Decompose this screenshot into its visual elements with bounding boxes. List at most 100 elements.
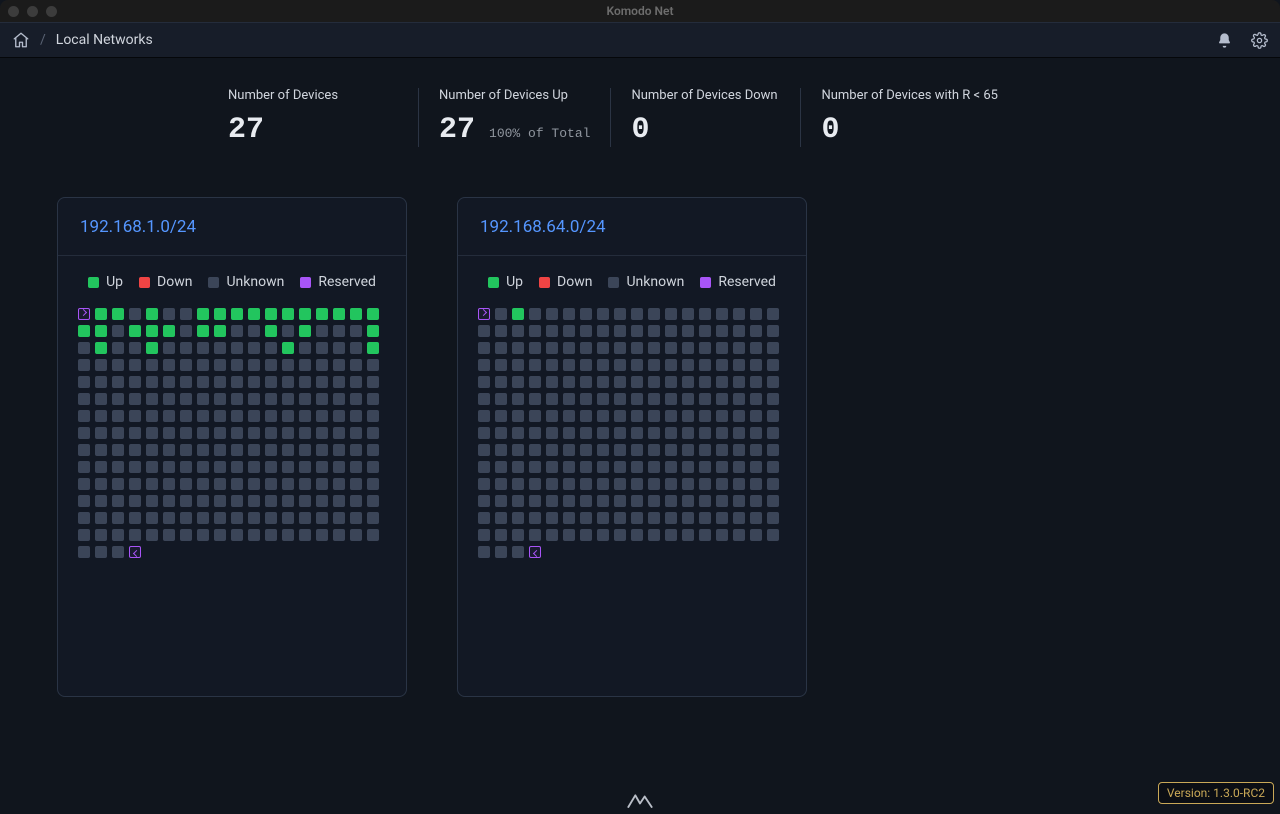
ip-cell-unknown[interactable] — [180, 512, 192, 524]
ip-cell-unknown[interactable] — [750, 529, 762, 541]
ip-cell-unknown[interactable] — [163, 444, 175, 456]
ip-cell-unknown[interactable] — [248, 444, 260, 456]
ip-cell-unknown[interactable] — [146, 495, 158, 507]
ip-cell-unknown[interactable] — [248, 529, 260, 541]
ip-cell-unknown[interactable] — [716, 529, 728, 541]
ip-cell-unknown[interactable] — [648, 529, 660, 541]
ip-cell-unknown[interactable] — [112, 410, 124, 422]
ip-cell-unknown[interactable] — [299, 478, 311, 490]
ip-cell-unknown[interactable] — [146, 444, 158, 456]
ip-cell-up[interactable] — [78, 325, 90, 337]
ip-cell-unknown[interactable] — [631, 342, 643, 354]
ip-cell-unknown[interactable] — [231, 444, 243, 456]
ip-cell-unknown[interactable] — [648, 444, 660, 456]
ip-cell-unknown[interactable] — [282, 427, 294, 439]
ip-cell-unknown[interactable] — [214, 342, 226, 354]
ip-cell-unknown[interactable] — [648, 495, 660, 507]
ip-cell-unknown[interactable] — [478, 461, 490, 473]
ip-cell-unknown[interactable] — [95, 495, 107, 507]
ip-cell-unknown[interactable] — [78, 376, 90, 388]
ip-cell-unknown[interactable] — [78, 495, 90, 507]
ip-cell-unknown[interactable] — [197, 444, 209, 456]
ip-cell-unknown[interactable] — [367, 393, 379, 405]
ip-cell-unknown[interactable] — [95, 376, 107, 388]
ip-cell-unknown[interactable] — [597, 478, 609, 490]
ip-cell-unknown[interactable] — [163, 461, 175, 473]
ip-cell-unknown[interactable] — [563, 478, 575, 490]
ip-cell-unknown[interactable] — [716, 393, 728, 405]
ip-cell-unknown[interactable] — [529, 393, 541, 405]
ip-cell-unknown[interactable] — [546, 342, 558, 354]
ip-cell-unknown[interactable] — [529, 410, 541, 422]
ip-cell-unknown[interactable] — [546, 325, 558, 337]
ip-cell-unknown[interactable] — [350, 461, 362, 473]
ip-cell-unknown[interactable] — [597, 427, 609, 439]
ip-cell-unknown[interactable] — [733, 342, 745, 354]
ip-cell-unknown[interactable] — [716, 495, 728, 507]
ip-cell-unknown[interactable] — [129, 427, 141, 439]
ip-cell-unknown[interactable] — [648, 393, 660, 405]
ip-cell-unknown[interactable] — [146, 359, 158, 371]
ip-cell-unknown[interactable] — [750, 410, 762, 422]
ip-cell-unknown[interactable] — [767, 427, 779, 439]
ip-cell-unknown[interactable] — [580, 512, 592, 524]
ip-cell-unknown[interactable] — [580, 529, 592, 541]
ip-cell-unknown[interactable] — [665, 444, 677, 456]
ip-cell-unknown[interactable] — [631, 529, 643, 541]
ip-cell-unknown[interactable] — [699, 410, 711, 422]
ip-cell-unknown[interactable] — [648, 512, 660, 524]
ip-cell-unknown[interactable] — [512, 444, 524, 456]
ip-cell-unknown[interactable] — [112, 512, 124, 524]
ip-cell-unknown[interactable] — [78, 359, 90, 371]
ip-cell-unknown[interactable] — [716, 512, 728, 524]
ip-cell-unknown[interactable] — [665, 461, 677, 473]
ip-cell-unknown[interactable] — [716, 478, 728, 490]
ip-cell-unknown[interactable] — [95, 359, 107, 371]
ip-cell-unknown[interactable] — [631, 410, 643, 422]
ip-cell-unknown[interactable] — [733, 325, 745, 337]
ip-cell-unknown[interactable] — [597, 461, 609, 473]
ip-cell-unknown[interactable] — [163, 308, 175, 320]
ip-cell-unknown[interactable] — [767, 376, 779, 388]
ip-cell-unknown[interactable] — [648, 342, 660, 354]
ip-cell-unknown[interactable] — [95, 393, 107, 405]
ip-cell-unknown[interactable] — [767, 529, 779, 541]
ip-cell-unknown[interactable] — [495, 376, 507, 388]
ip-cell-unknown[interactable] — [529, 325, 541, 337]
ip-cell-unknown[interactable] — [299, 461, 311, 473]
ip-cell-unknown[interactable] — [631, 461, 643, 473]
ip-cell-unknown[interactable] — [214, 444, 226, 456]
ip-cell-unknown[interactable] — [546, 410, 558, 422]
ip-cell-unknown[interactable] — [546, 359, 558, 371]
ip-cell-unknown[interactable] — [699, 478, 711, 490]
ip-cell-unknown[interactable] — [495, 393, 507, 405]
ip-cell-unknown[interactable] — [214, 478, 226, 490]
ip-cell-unknown[interactable] — [529, 512, 541, 524]
ip-cell-unknown[interactable] — [682, 427, 694, 439]
ip-cell-unknown[interactable] — [546, 529, 558, 541]
ip-cell-unknown[interactable] — [265, 461, 277, 473]
ip-cell-unknown[interactable] — [495, 359, 507, 371]
ip-cell-unknown[interactable] — [512, 325, 524, 337]
ip-cell-unknown[interactable] — [563, 461, 575, 473]
ip-cell-unknown[interactable] — [495, 495, 507, 507]
ip-cell-unknown[interactable] — [146, 410, 158, 422]
ip-cell-unknown[interactable] — [563, 512, 575, 524]
ip-cell-unknown[interactable] — [478, 325, 490, 337]
ip-cell-unknown[interactable] — [282, 478, 294, 490]
ip-cell-unknown[interactable] — [614, 325, 626, 337]
ip-cell-unknown[interactable] — [112, 393, 124, 405]
ip-cell-unknown[interactable] — [597, 308, 609, 320]
ip-cell-unknown[interactable] — [767, 393, 779, 405]
ip-cell-unknown[interactable] — [682, 376, 694, 388]
ip-cell-unknown[interactable] — [495, 478, 507, 490]
ip-cell-unknown[interactable] — [333, 495, 345, 507]
ip-cell-unknown[interactable] — [163, 359, 175, 371]
ip-cell-unknown[interactable] — [495, 427, 507, 439]
ip-cell-unknown[interactable] — [495, 410, 507, 422]
bell-icon[interactable] — [1216, 32, 1233, 49]
ip-cell-unknown[interactable] — [265, 444, 277, 456]
ip-cell-unknown[interactable] — [129, 342, 141, 354]
ip-cell-unknown[interactable] — [614, 461, 626, 473]
ip-cell-unknown[interactable] — [265, 410, 277, 422]
